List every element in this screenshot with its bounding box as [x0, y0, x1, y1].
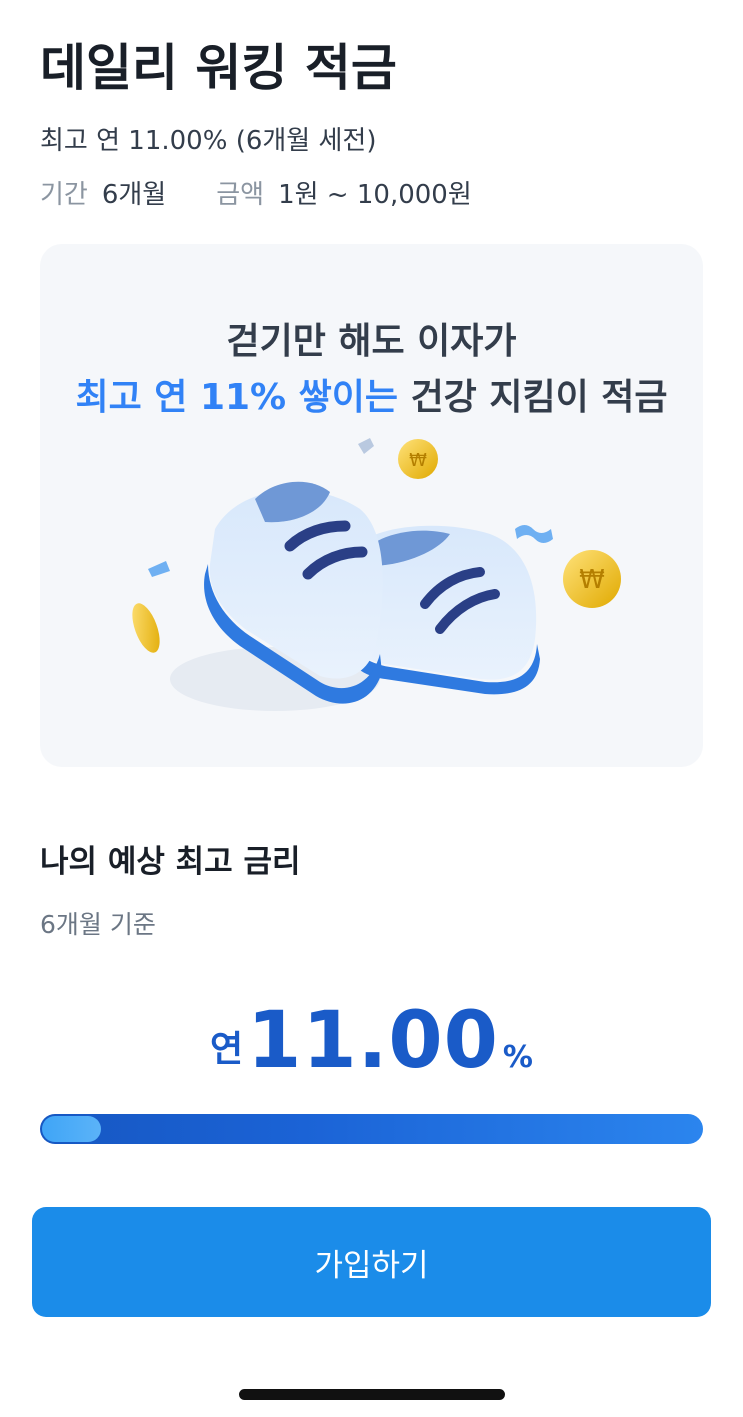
- rate-progress-bar[interactable]: [40, 1114, 703, 1144]
- home-indicator: [239, 1389, 505, 1400]
- product-meta: 기간 6개월 금액 1원 ~ 10,000원: [40, 174, 522, 211]
- progress-handle[interactable]: [42, 1116, 102, 1142]
- expected-rate-subtitle: 6개월 기준: [40, 910, 156, 939]
- rate-value: 11.00: [247, 996, 499, 1086]
- expected-rate-title: 나의 예상 최고 금리: [40, 844, 301, 880]
- page-title: 데일리 워킹 적금: [40, 39, 397, 97]
- period-label: 기간: [40, 180, 88, 210]
- hero-subheadline: 최고 연 11% 쌓이는 건강 지킴이 적금: [40, 368, 703, 420]
- coin-icon: [132, 603, 160, 653]
- sneakers-illustration: ₩ ₩: [132, 438, 621, 711]
- hero-headline: 걷기만 해도 이자가: [226, 321, 517, 362]
- svg-text:₩: ₩: [579, 565, 605, 595]
- hero-banner: 걷기만 해도 이자가 최고 연 11% 쌓이는 건강 지킴이 적금 ₩ ₩: [40, 244, 703, 767]
- hero-rest-text: 건강 지킴이 적금: [410, 377, 668, 418]
- rate-prefix: 연: [210, 1029, 244, 1070]
- amount-label: 금액: [216, 180, 265, 210]
- expected-rate-display: 연11.00%: [0, 996, 743, 1086]
- coin-icon: ₩: [563, 550, 621, 608]
- hero-accent-text: 최고 연 11% 쌓이는: [75, 377, 399, 418]
- coin-icon: ₩: [398, 439, 438, 479]
- rate-unit: %: [502, 1040, 533, 1075]
- join-button[interactable]: 가입하기: [32, 1207, 711, 1317]
- period-value: 6개월: [101, 180, 167, 210]
- svg-text:₩: ₩: [409, 450, 427, 471]
- rate-summary: 최고 연 11.00% (6개월 세전): [40, 126, 377, 156]
- amount-value: 1원 ~ 10,000원: [278, 180, 472, 210]
